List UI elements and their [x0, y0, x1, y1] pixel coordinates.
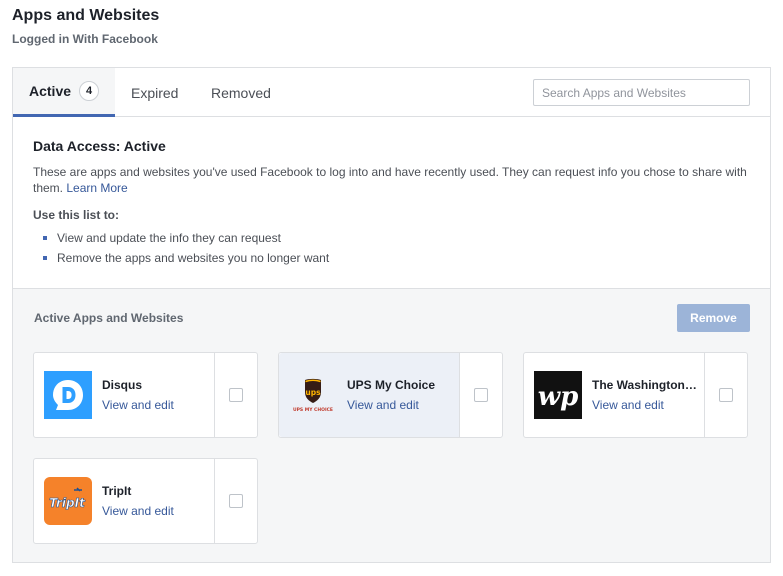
tab-expired[interactable]: Expired [131, 68, 178, 117]
washington-post-logo-icon: wp [534, 371, 582, 419]
app-card-main: Disqus View and edit [34, 353, 215, 437]
view-and-edit-link[interactable]: View and edit [102, 398, 174, 412]
view-and-edit-link[interactable]: View and edit [347, 398, 419, 412]
app-card-washington-post[interactable]: wp The Washington Post View and edit [523, 352, 748, 438]
use-list: View and update the info they can reques… [33, 230, 753, 270]
ups-logo-icon: ups UPS MY CHOICE [289, 371, 337, 419]
disqus-logo-icon [44, 371, 92, 419]
app-card-main: wp The Washington Post View and edit [524, 353, 705, 437]
view-and-edit-link[interactable]: View and edit [592, 398, 664, 412]
list-item-text: View and update the info they can reques… [57, 231, 281, 245]
select-checkbox[interactable] [474, 388, 488, 402]
page-subtitle: Logged in With Facebook [12, 32, 158, 46]
search-input[interactable] [533, 79, 750, 106]
app-card-main: ups UPS MY CHOICE UPS My Choice View and… [279, 353, 460, 437]
use-list-title: Use this list to: [33, 208, 120, 222]
svg-text:ups: ups [305, 388, 321, 397]
active-apps-section: Active Apps and Websites Remove Disqus V… [13, 288, 770, 562]
active-apps-heading: Active Apps and Websites [34, 311, 184, 325]
bullet-icon [43, 236, 47, 240]
tab-expired-label: Expired [131, 84, 179, 101]
tab-active[interactable]: Active 4 [13, 68, 115, 117]
data-access-info: Data Access: Active These are apps and w… [33, 138, 753, 270]
tab-active-label: Active [29, 83, 72, 99]
tab-removed-label: Removed [211, 84, 271, 101]
select-checkbox[interactable] [719, 388, 733, 402]
app-name: The Washington Post [592, 378, 700, 392]
list-item: Remove the apps and websites you no long… [33, 250, 753, 270]
select-checkbox[interactable] [229, 494, 243, 508]
page-title: Apps and Websites [12, 7, 160, 24]
apps-panel: Active 4 Expired Removed Data Access: Ac… [12, 67, 771, 563]
list-item-text: Remove the apps and websites you no long… [57, 251, 330, 265]
data-access-title: Data Access: Active [33, 138, 166, 154]
app-name: UPS My Choice [347, 378, 436, 392]
app-name: TripIt [102, 484, 132, 498]
active-count-badge: 4 [79, 81, 100, 101]
view-and-edit-link[interactable]: View and edit [102, 504, 174, 518]
svg-text:wp: wp [538, 382, 579, 412]
svg-text:TripIt: TripIt [49, 496, 86, 510]
app-name: Disqus [102, 378, 143, 392]
learn-more-link[interactable]: Learn More [66, 181, 127, 195]
data-access-description: These are apps and websites you've used … [33, 164, 753, 196]
list-item: View and update the info they can reques… [33, 230, 753, 250]
app-card-main: TripIt TripIt View and edit [34, 459, 215, 543]
tripit-logo-icon: TripIt [44, 477, 92, 525]
tab-removed[interactable]: Removed [211, 68, 271, 117]
app-card-ups[interactable]: ups UPS MY CHOICE UPS My Choice View and… [278, 352, 503, 438]
bullet-icon [43, 256, 47, 260]
tab-bar: Active 4 Expired Removed [13, 68, 770, 117]
svg-text:UPS MY CHOICE: UPS MY CHOICE [293, 407, 333, 413]
remove-button[interactable]: Remove [677, 304, 750, 332]
app-card-disqus[interactable]: Disqus View and edit [33, 352, 258, 438]
description-text: These are apps and websites you've used … [33, 165, 747, 195]
select-checkbox[interactable] [229, 388, 243, 402]
app-card-tripit[interactable]: TripIt TripIt View and edit [33, 458, 258, 544]
